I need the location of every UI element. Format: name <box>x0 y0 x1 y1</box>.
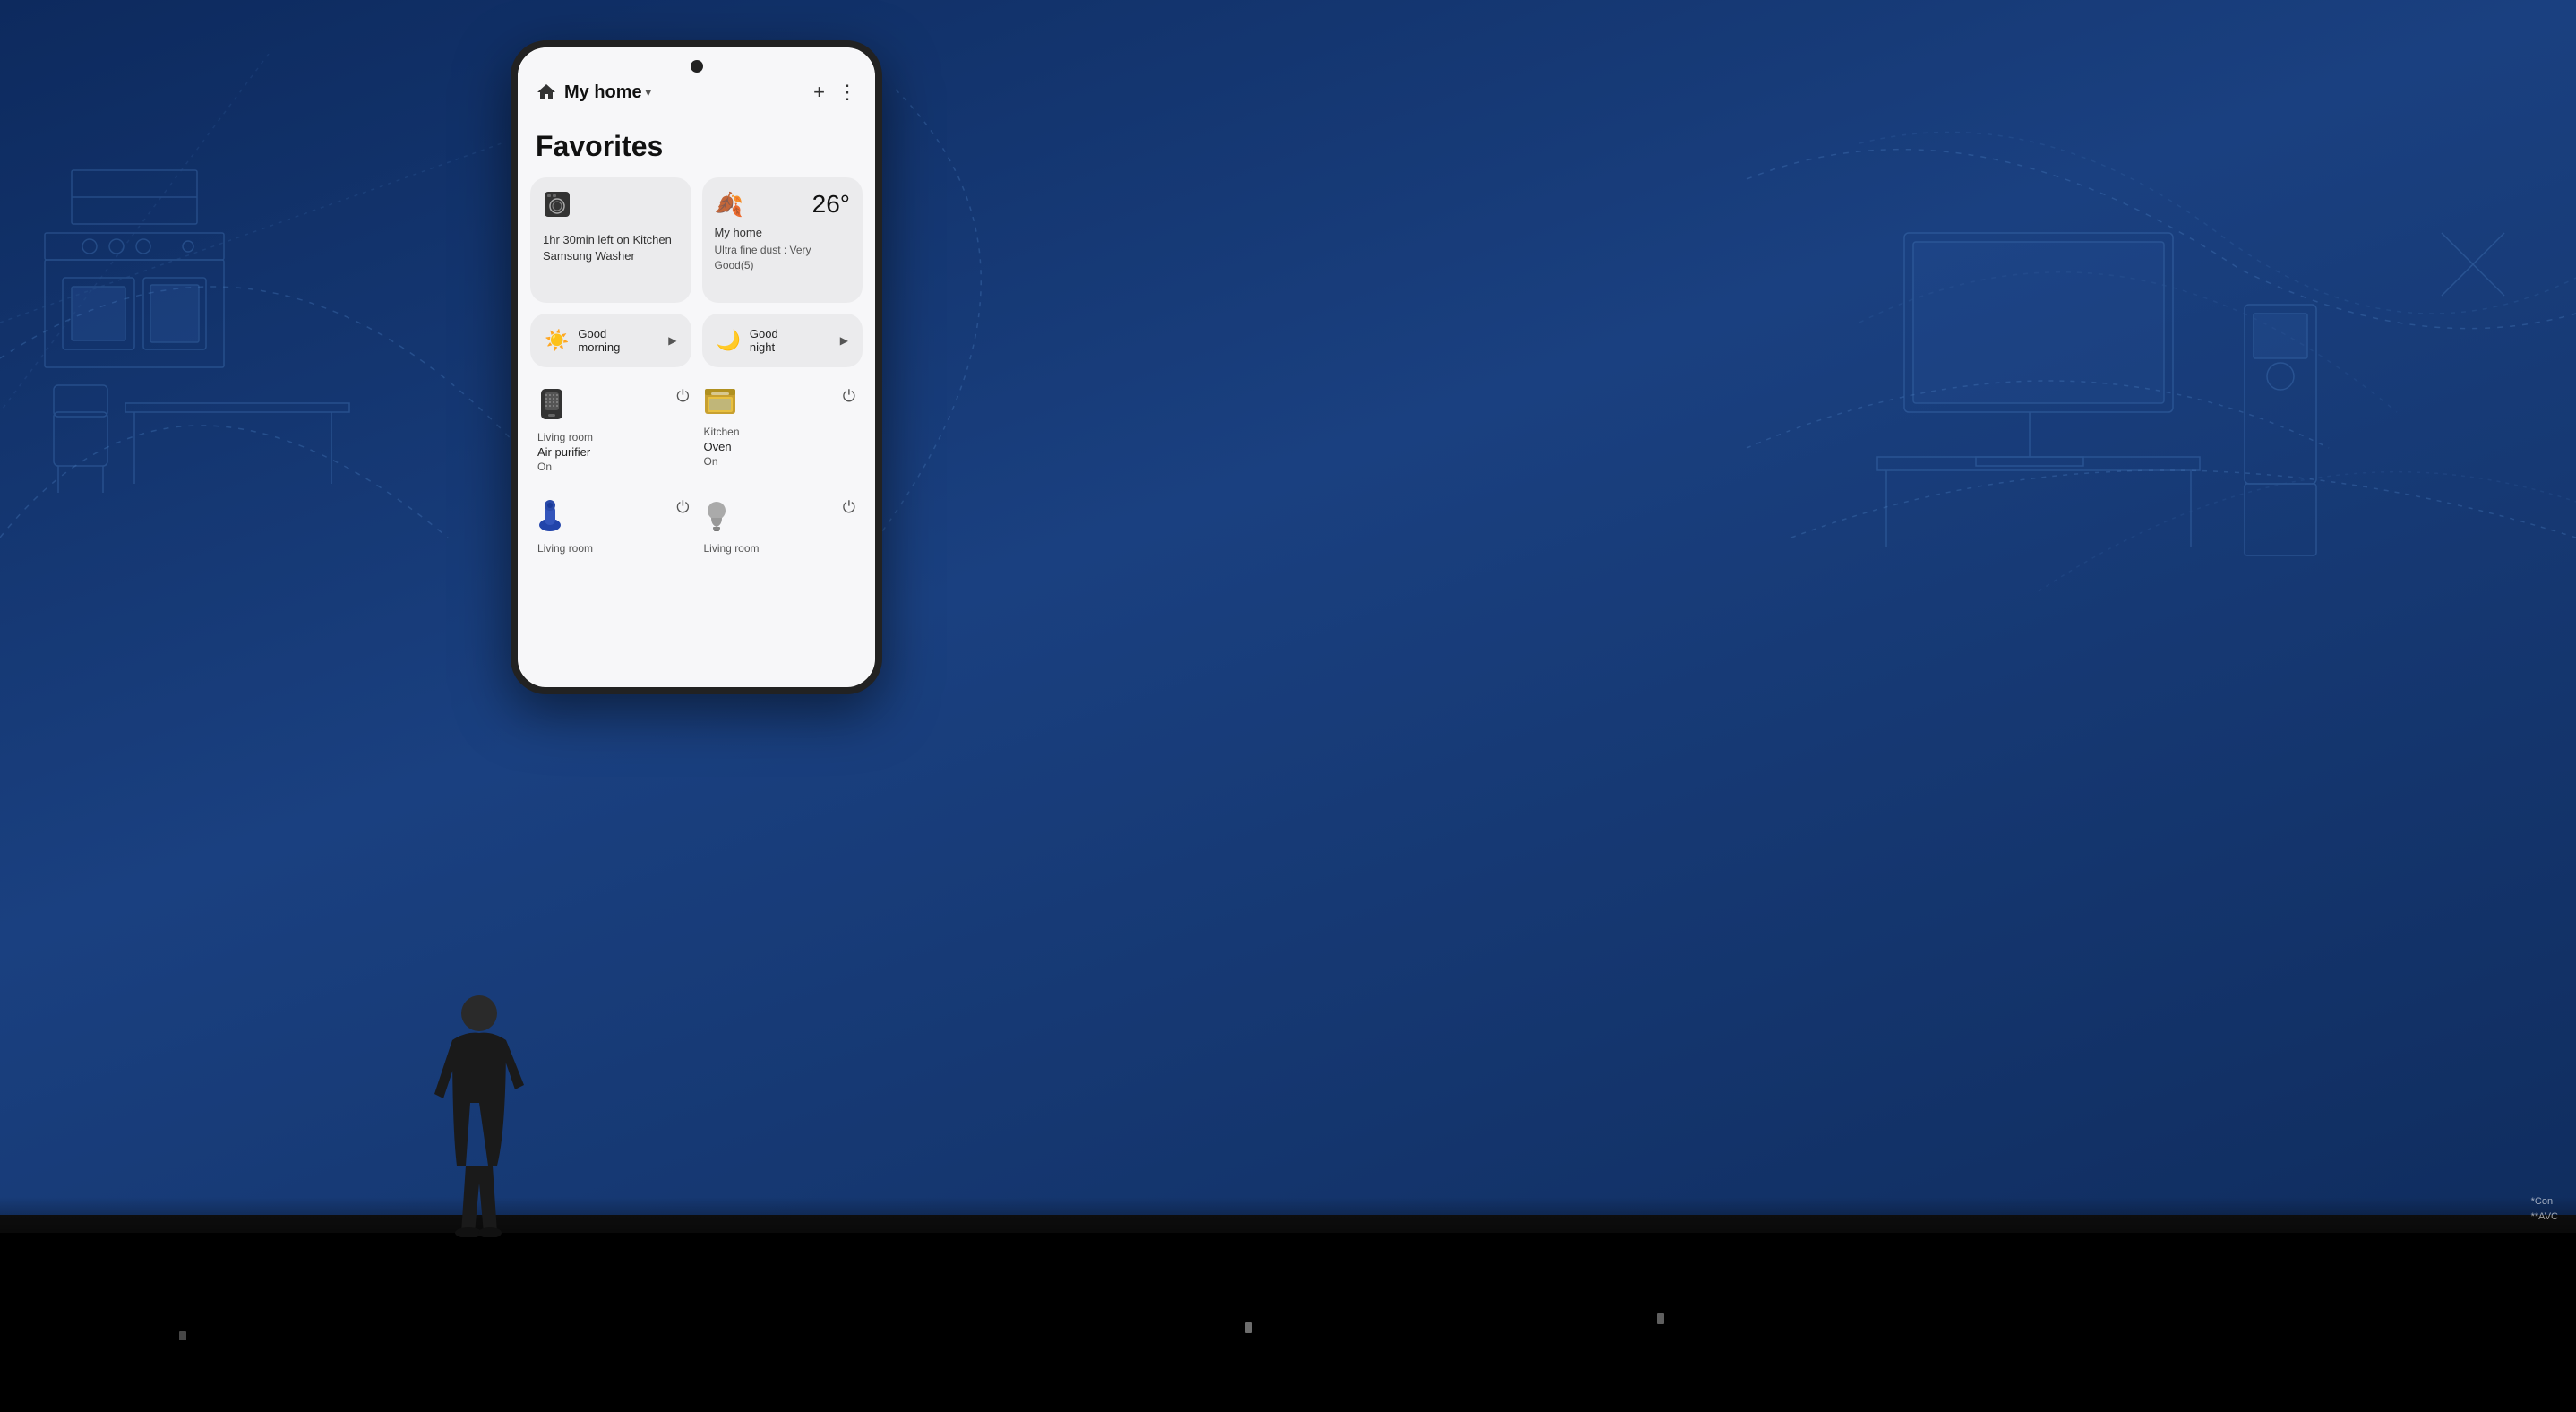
more-button[interactable]: ⋮ <box>837 82 857 102</box>
device1-header: ⏻ <box>537 498 690 538</box>
weather-location-text: My home <box>715 226 851 239</box>
air-purifier-room: Living room <box>537 431 690 443</box>
device2-power-button[interactable]: ⏻ <box>843 498 855 517</box>
living-room-device-2[interactable]: ⏻ Living room <box>697 489 863 564</box>
phone-frame: My home ▾ + ⋮ Favorites <box>511 40 882 694</box>
top-bar-right: + ⋮ <box>813 82 857 102</box>
blueprint-right <box>1859 54 2576 681</box>
weather-card[interactable]: 🍂 26° My home Ultra fine dust : Very Goo… <box>702 177 863 303</box>
dropdown-arrow-icon[interactable]: ▾ <box>646 86 651 99</box>
good-morning-play-button[interactable]: ▶ <box>668 334 676 347</box>
temperature-text: 26° <box>812 190 850 219</box>
weather-top: 🍂 26° <box>715 190 851 219</box>
device1-power-button[interactable]: ⏻ <box>676 498 689 517</box>
air-purifier-status: On <box>537 461 690 473</box>
device2-icon <box>704 498 729 538</box>
oven-status: On <box>704 455 856 468</box>
home-icon <box>536 82 557 103</box>
oven-room: Kitchen <box>704 426 856 438</box>
good-night-play-button[interactable]: ▶ <box>840 334 848 347</box>
bottom-devices-grid: ⏻ Living room ⏻ L <box>518 482 875 564</box>
camera-dot <box>691 60 703 73</box>
moon-icon: 🌙 <box>717 329 741 352</box>
air-purifier-icon <box>537 387 566 427</box>
device2-room: Living room <box>704 542 856 555</box>
scene-row: ☀️ Goodmorning ▶ 🌙 Goodnight ▶ <box>518 303 875 378</box>
oven-power-button[interactable]: ⏻ <box>843 387 855 406</box>
footnote-line1: *Con <box>2531 1194 2558 1210</box>
good-morning-label: Goodmorning <box>578 327 659 354</box>
sun-icon: ☀️ <box>545 329 569 352</box>
washer-icon <box>543 190 679 225</box>
audience-area <box>0 1233 2576 1412</box>
good-morning-scene[interactable]: ☀️ Goodmorning ▶ <box>530 314 691 367</box>
oven-header: ⏻ <box>704 387 856 422</box>
top-bar-left: My home ▾ <box>536 82 651 103</box>
add-button[interactable]: + <box>813 82 825 102</box>
devices-grid: ⏻ Living room Air purifier On <box>518 378 875 482</box>
good-night-scene[interactable]: 🌙 Goodnight ▶ <box>702 314 863 367</box>
washer-card-text: 1hr 30min left on Kitchen Samsung Washer <box>543 232 679 264</box>
footnote: *Con **AVC <box>2531 1194 2558 1224</box>
blueprint-left <box>0 54 502 591</box>
oven-device[interactable]: ⏻ Kitchen Oven On <box>697 378 863 482</box>
oven-icon <box>704 387 736 422</box>
air-purifier-header: ⏻ <box>537 387 690 427</box>
air-purifier-name: Air purifier <box>537 445 690 459</box>
washer-card[interactable]: 1hr 30min left on Kitchen Samsung Washer <box>530 177 691 303</box>
device2-header: ⏻ <box>704 498 856 538</box>
air-purifier-device[interactable]: ⏻ Living room Air purifier On <box>530 378 697 482</box>
device1-room: Living room <box>537 542 690 555</box>
device1-icon <box>537 498 562 538</box>
top-bar: My home ▾ + ⋮ <box>518 47 875 112</box>
oven-name: Oven <box>704 440 856 453</box>
favorites-heading: Favorites <box>518 112 875 177</box>
good-night-label: Goodnight <box>750 327 831 354</box>
air-purifier-power-button[interactable]: ⏻ <box>676 387 689 406</box>
weather-detail-text: Ultra fine dust : Very Good(5) <box>715 243 851 273</box>
footnote-line2: **AVC <box>2531 1210 2558 1225</box>
favorites-cards: 1hr 30min left on Kitchen Samsung Washer… <box>518 177 875 303</box>
living-room-device-1[interactable]: ⏻ Living room <box>530 489 697 564</box>
home-title-text: My home <box>564 82 642 103</box>
home-title[interactable]: My home ▾ <box>564 82 651 103</box>
weather-icon: 🍂 <box>715 191 743 219</box>
presenter-figure <box>434 986 524 1237</box>
phone-screen: My home ▾ + ⋮ Favorites <box>518 47 875 687</box>
